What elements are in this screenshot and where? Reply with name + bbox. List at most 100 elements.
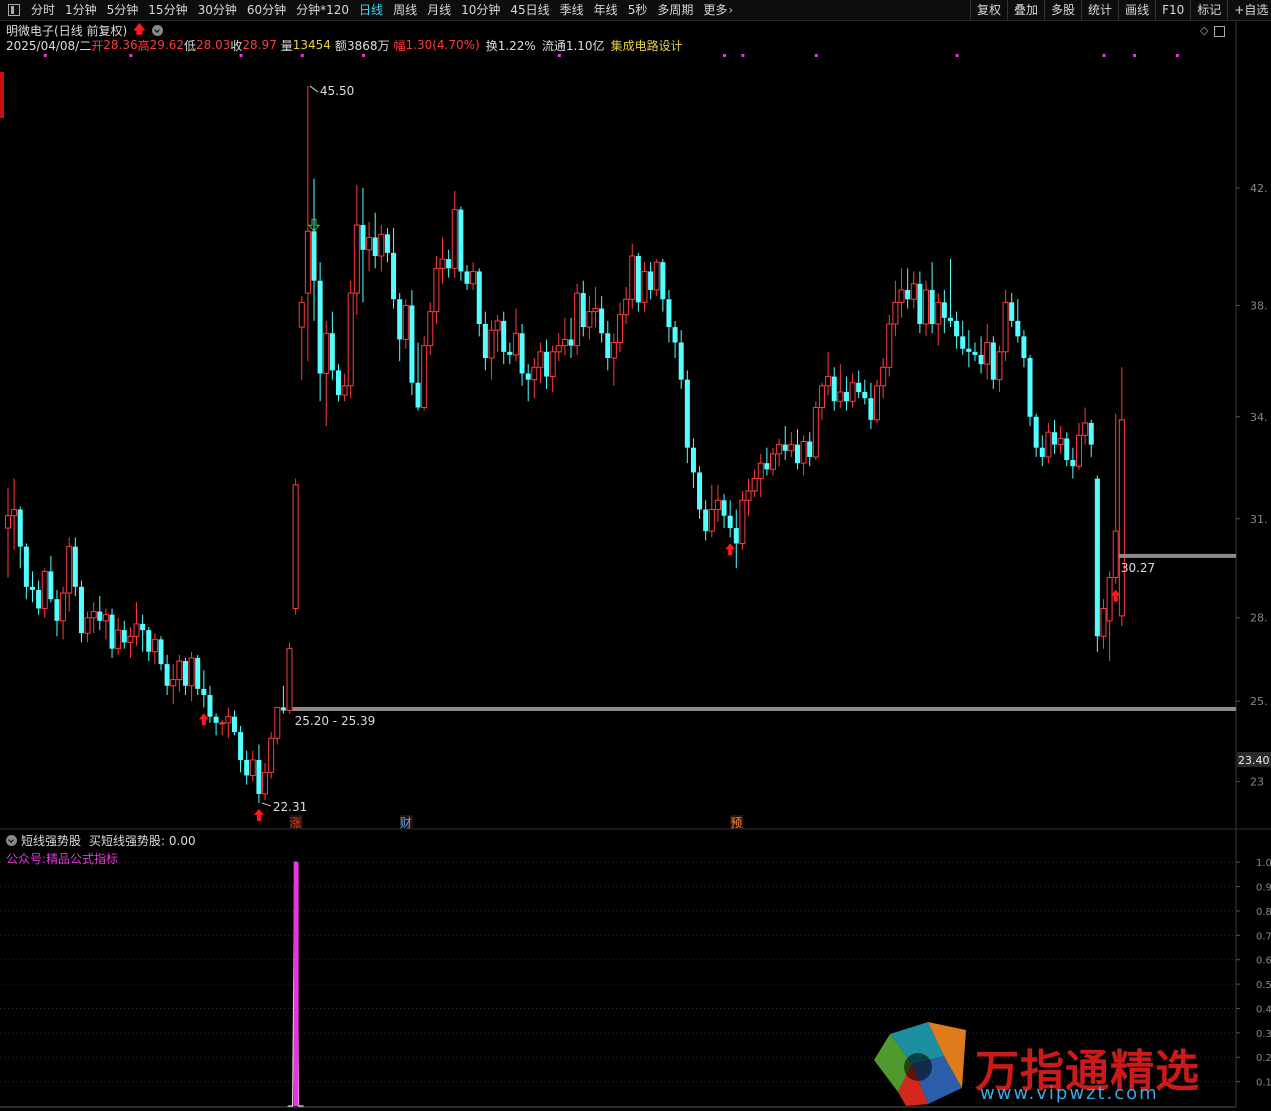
candle-body-down[interactable] — [690, 447, 696, 473]
candle-body-up[interactable] — [219, 722, 226, 725]
candle-body-down[interactable] — [17, 509, 23, 547]
candle-body-down[interactable] — [415, 382, 421, 408]
candle-body-down[interactable] — [947, 317, 953, 321]
candle-body-up[interactable] — [923, 289, 929, 325]
candle-body-down[interactable] — [446, 259, 452, 269]
candle-body-up[interactable] — [66, 546, 73, 594]
candle-body-down[interactable] — [697, 472, 703, 510]
candle-body-down[interactable] — [684, 379, 690, 448]
candle-body-up[interactable] — [549, 351, 556, 378]
candle-body-down[interactable] — [544, 351, 550, 377]
candle-body-down[interactable] — [256, 759, 262, 794]
candle-body-up[interactable] — [41, 570, 48, 609]
candle-body-up[interactable] — [812, 406, 819, 458]
candle-body-down[interactable] — [244, 759, 250, 776]
candle-body-up[interactable] — [323, 332, 330, 374]
candle-body-down[interactable] — [384, 234, 390, 253]
candle-body-up[interactable] — [592, 308, 599, 313]
candle-body-up[interactable] — [378, 233, 385, 257]
candle-body-up[interactable] — [1112, 530, 1119, 579]
candle-body-up[interactable] — [176, 660, 183, 681]
candle-body-down[interactable] — [978, 354, 984, 365]
indicator-name[interactable]: 短线强势股 — [21, 832, 81, 849]
candle-body-up[interactable] — [561, 338, 568, 347]
candle-body-up[interactable] — [574, 292, 581, 347]
candle-body-up[interactable] — [892, 301, 899, 325]
candle-body-down[interactable] — [635, 255, 641, 303]
candle-body-down[interactable] — [476, 271, 482, 325]
candle-body-up[interactable] — [427, 311, 434, 347]
candle-body-down[interactable] — [1015, 320, 1021, 337]
candle-body-down[interactable] — [48, 571, 54, 600]
candle-body-up[interactable] — [304, 230, 311, 294]
candle-body-up[interactable] — [127, 635, 134, 643]
candle-body-down[interactable] — [97, 611, 103, 621]
candle-body-down[interactable] — [140, 623, 146, 631]
candle-body-up[interactable] — [470, 270, 477, 285]
candle-body-up[interactable] — [151, 638, 158, 653]
candle-body-up[interactable] — [5, 515, 11, 529]
candle-body-down[interactable] — [397, 299, 403, 340]
candle-body-down[interactable] — [464, 271, 470, 284]
candle-body-up[interactable] — [262, 771, 269, 795]
candle-body-up[interactable] — [886, 323, 893, 368]
candle-body-down[interactable] — [599, 308, 605, 334]
candle-body-up[interactable] — [751, 478, 758, 492]
candle-body-up[interactable] — [439, 258, 446, 269]
candle-body-up[interactable] — [641, 270, 648, 303]
candle-body-up[interactable] — [531, 366, 538, 381]
candle-body-up[interactable] — [629, 255, 636, 300]
candle-body-up[interactable] — [757, 462, 764, 480]
candle-body-up[interactable] — [433, 267, 440, 313]
candle-body-up[interactable] — [770, 453, 776, 470]
candle-body-up[interactable] — [90, 611, 97, 619]
candle-body-down[interactable] — [856, 382, 862, 393]
candle-body-up[interactable] — [1118, 419, 1125, 617]
candle-body-down[interactable] — [990, 342, 996, 380]
candle-body-down[interactable] — [941, 302, 947, 318]
candle-body-up[interactable] — [60, 592, 67, 622]
candle-body-down[interactable] — [231, 716, 237, 733]
candle-body-up[interactable] — [984, 342, 991, 365]
candle-body-down[interactable] — [1088, 422, 1094, 445]
candle-body-down[interactable] — [372, 237, 378, 256]
candle-body-down[interactable] — [733, 528, 739, 544]
candle-body-down[interactable] — [972, 351, 978, 355]
candle-body-up[interactable] — [849, 382, 856, 402]
candle-body-down[interactable] — [580, 293, 586, 328]
candle-body-down[interactable] — [703, 509, 709, 532]
candle-body-down[interactable] — [954, 320, 960, 337]
candle-body-up[interactable] — [274, 706, 281, 739]
candle-body-up[interactable] — [1002, 301, 1009, 353]
candle-body-up[interactable] — [512, 332, 519, 356]
candle-body-up[interactable] — [776, 444, 783, 455]
candle-body-down[interactable] — [727, 515, 733, 529]
candle-body-up[interactable] — [910, 283, 917, 300]
candle-body-up[interactable] — [745, 490, 752, 501]
candle-body-down[interactable] — [1021, 336, 1027, 359]
candle-body-up[interactable] — [898, 289, 905, 303]
candle-body-down[interactable] — [29, 586, 35, 590]
candle-body-down[interactable] — [482, 324, 488, 359]
candle-body-down[interactable] — [78, 586, 84, 634]
candle-body-down[interactable] — [678, 342, 684, 380]
candle-body-up[interactable] — [170, 679, 177, 687]
candle-body-down[interactable] — [666, 299, 672, 328]
candle-body-up[interactable] — [133, 623, 140, 637]
candle-body-down[interactable] — [213, 716, 219, 723]
candle-body-up[interactable] — [341, 385, 348, 396]
candle-body-down[interactable] — [782, 444, 788, 451]
candle-body-down[interactable] — [917, 283, 923, 325]
candle-body-down[interactable] — [862, 392, 868, 399]
candle-body-down[interactable] — [195, 657, 201, 689]
candle-body-down[interactable] — [525, 373, 531, 380]
candle-body-down[interactable] — [519, 333, 525, 374]
candle-body-down[interactable] — [317, 280, 323, 374]
candle-body-down[interactable] — [966, 348, 972, 352]
candle-body-up[interactable] — [1057, 437, 1064, 446]
candle-body-up[interactable] — [537, 351, 544, 368]
candle-body-up[interactable] — [249, 759, 256, 776]
candle-body-up[interactable] — [739, 499, 746, 545]
candle-body-up[interactable] — [366, 236, 373, 251]
candle-body-down[interactable] — [1094, 478, 1100, 637]
